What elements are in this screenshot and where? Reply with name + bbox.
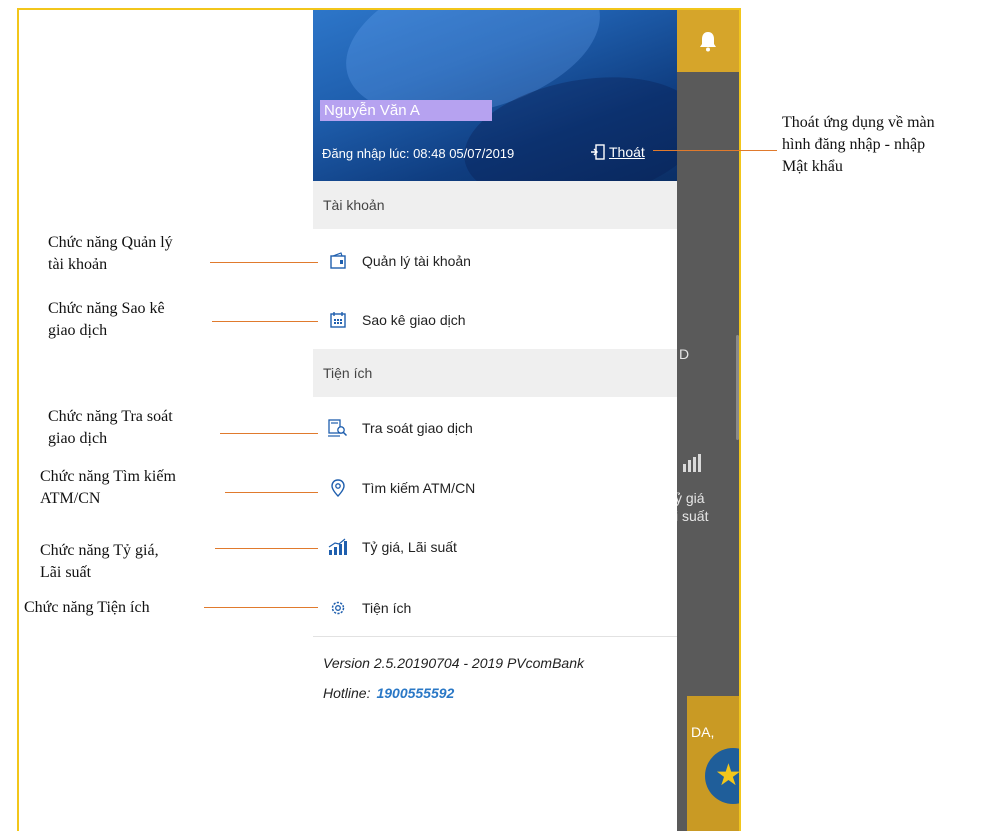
promo-badge: ★ xyxy=(705,748,739,804)
star-icon: ★ xyxy=(715,758,739,793)
search-document-icon xyxy=(327,417,349,439)
menu-item-label: Tra soát giao dịch xyxy=(362,420,473,436)
annotation-text: Chức năng Tra soát xyxy=(48,408,173,425)
logout-button[interactable]: Thoát xyxy=(591,144,645,160)
annotation-exchange-rate: Chức năng Tỷ giá, Lãi suất xyxy=(40,540,159,584)
menu-item-utilities[interactable]: Tiện ích xyxy=(313,580,677,636)
menu-item-label: Quản lý tài khoản xyxy=(362,253,471,269)
menu-item-exchange-rate[interactable]: Tỷ giá, Lãi suất xyxy=(313,519,677,575)
annotation-text: tài khoản xyxy=(48,256,108,273)
annotation-text: Chức năng Tìm kiếm xyxy=(40,468,176,485)
hotline: Hotline: 1900555592 xyxy=(323,685,454,701)
calendar-icon xyxy=(327,309,349,331)
menu-item-account-management[interactable]: Quản lý tài khoản xyxy=(313,233,677,289)
menu-item-label: Tìm kiếm ATM/CN xyxy=(362,480,476,496)
background-text: ỷ giá xyxy=(677,490,705,506)
annotation-text: Thoát ứng dụng về màn xyxy=(782,114,935,131)
logout-label: Thoát xyxy=(609,144,645,160)
menu-item-transaction-statement[interactable]: Sao kê giao dịch xyxy=(313,292,677,348)
background-scrollbar xyxy=(736,335,739,440)
annotation-line xyxy=(225,492,318,493)
app-version: Version 2.5.20190704 - 2019 PVcomBank xyxy=(323,655,584,671)
background-text: i suất xyxy=(677,508,709,524)
logout-icon xyxy=(591,144,605,160)
bell-icon[interactable] xyxy=(699,30,717,52)
annotation-line xyxy=(204,607,318,608)
annotation-line xyxy=(653,150,777,151)
annotation-find-atm: Chức năng Tìm kiếm ATM/CN xyxy=(40,466,176,510)
annotation-text: Chức năng Sao kê xyxy=(48,300,165,317)
background-text: DA, xyxy=(691,724,715,740)
wallet-icon xyxy=(327,250,349,272)
login-time: Đăng nhập lúc: 08:48 05/07/2019 xyxy=(322,146,515,161)
background-text: D xyxy=(679,346,690,362)
bar-chart-icon xyxy=(327,536,349,558)
annotation-text: Lãi suất xyxy=(40,564,92,581)
background-top-bar xyxy=(677,10,739,72)
menu-item-label: Tỷ giá, Lãi suất xyxy=(362,539,457,555)
section-header-utility: Tiện ích xyxy=(313,349,677,397)
annotation-text: Mật khẩu xyxy=(782,158,843,175)
annotation-text: giao dịch xyxy=(48,322,108,339)
hotline-label: Hotline: xyxy=(323,685,371,701)
divider xyxy=(313,636,677,637)
menu-item-transaction-inquiry[interactable]: Tra soát giao dịch xyxy=(313,400,677,456)
annotation-text: Chức năng Quản lý xyxy=(48,234,173,251)
menu-item-find-atm[interactable]: Tìm kiếm ATM/CN xyxy=(313,460,677,516)
drawer-header: Nguyễn Văn A Đăng nhập lúc: 08:48 05/07/… xyxy=(313,10,677,181)
annotation-transaction-statement: Chức năng Sao kê giao dịch xyxy=(48,298,165,342)
user-name: Nguyễn Văn A xyxy=(320,100,492,121)
annotation-text: ATM/CN xyxy=(40,490,101,507)
annotation-utilities: Chức năng Tiện ích xyxy=(24,597,150,619)
annotation-line xyxy=(212,321,318,322)
annotation-logout: Thoát ứng dụng về màn hình đăng nhập - n… xyxy=(782,112,935,178)
background-promo-banner: DA, ★ xyxy=(687,696,739,831)
annotation-account-management: Chức năng Quản lý tài khoản xyxy=(48,232,173,276)
hotline-number[interactable]: 1900555592 xyxy=(376,685,454,701)
annotation-line xyxy=(215,548,318,549)
annotation-line xyxy=(220,433,318,434)
annotation-text: Chức năng Tiện ích xyxy=(24,599,150,616)
annotation-text: Chức năng Tỷ giá, xyxy=(40,542,159,559)
location-pin-icon xyxy=(327,477,349,499)
background-app: D ỷ giá i suất DA, ★ xyxy=(677,10,739,831)
annotation-text: hình đăng nhập - nhập xyxy=(782,136,926,153)
section-header-account: Tài khoản xyxy=(313,181,677,229)
annotation-transaction-inquiry: Chức năng Tra soát giao dịch xyxy=(48,406,173,450)
gear-icon xyxy=(327,597,349,619)
menu-item-label: Sao kê giao dịch xyxy=(362,312,466,328)
menu-item-label: Tiện ích xyxy=(362,600,412,616)
annotation-text: giao dịch xyxy=(48,430,108,447)
bar-chart-icon xyxy=(683,454,701,472)
navigation-drawer: Nguyễn Văn A Đăng nhập lúc: 08:48 05/07/… xyxy=(313,10,677,831)
annotation-line xyxy=(210,262,318,263)
